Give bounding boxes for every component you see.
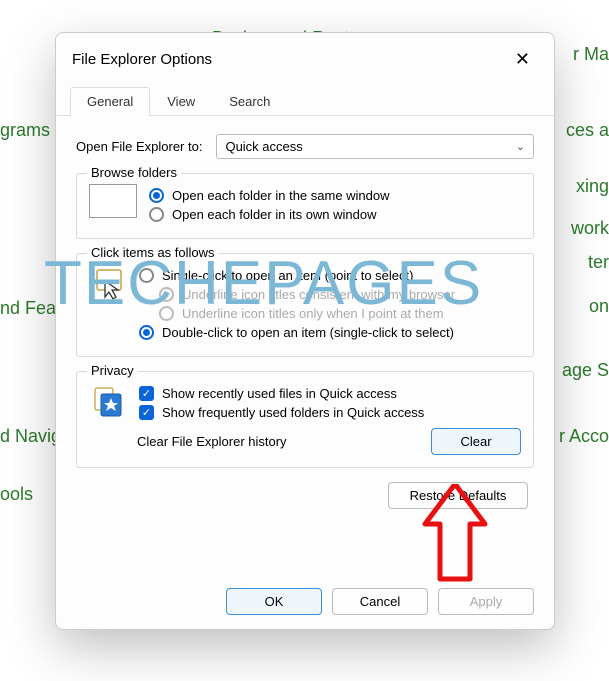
- group-title: Click items as follows: [87, 245, 219, 260]
- radio-label: Open each folder in the same window: [172, 188, 390, 203]
- apply-button: Apply: [438, 588, 534, 615]
- bg-link[interactable]: age S: [562, 360, 609, 381]
- bg-link[interactable]: grams: [0, 120, 50, 141]
- check-label: Show recently used files in Quick access: [162, 386, 397, 401]
- radio-same-window[interactable]: Open each folder in the same window: [147, 188, 521, 203]
- privacy-icon: [89, 382, 129, 422]
- bg-link[interactable]: d Navig: [0, 426, 61, 447]
- radio-label: Underline icon titles only when I point …: [182, 306, 444, 321]
- cursor-icon: [89, 264, 129, 304]
- dialog-footer: OK Cancel Apply: [226, 588, 534, 615]
- check-frequent-folders[interactable]: ✓ Show frequently used folders in Quick …: [137, 405, 521, 420]
- browse-folders-group: Browse folders Open each folder in the s…: [76, 173, 534, 239]
- bg-link[interactable]: xing: [576, 176, 609, 197]
- radio-icon: [139, 268, 154, 283]
- file-explorer-options-dialog: File Explorer Options ✕ General View Sea…: [55, 32, 555, 630]
- close-icon[interactable]: ✕: [507, 45, 538, 74]
- chevron-down-icon: ⌄: [516, 140, 525, 153]
- tab-general[interactable]: General: [70, 87, 150, 116]
- bg-link[interactable]: nd Fea: [0, 298, 56, 319]
- bg-link[interactable]: on: [589, 296, 609, 317]
- radio-icon: [159, 287, 174, 302]
- clear-history-label: Clear File Explorer history: [137, 434, 287, 449]
- radio-label: Double-click to open an item (single-cli…: [162, 325, 454, 340]
- bg-link[interactable]: ces a: [566, 120, 609, 141]
- radio-label: Single-click to open an item (point to s…: [162, 268, 413, 283]
- radio-single-click[interactable]: Single-click to open an item (point to s…: [137, 268, 521, 283]
- open-explorer-dropdown[interactable]: Quick access ⌄: [216, 134, 534, 159]
- tab-view[interactable]: View: [150, 87, 212, 116]
- bg-link[interactable]: ools: [0, 484, 33, 505]
- privacy-group: Privacy ✓ Show recently used files in Qu…: [76, 371, 534, 468]
- dialog-title: File Explorer Options: [72, 51, 212, 68]
- radio-underline-browser: Underline icon titles consistent with my…: [137, 287, 521, 302]
- bg-link[interactable]: ter: [588, 252, 609, 273]
- checkbox-icon: ✓: [139, 405, 154, 420]
- dropdown-value: Quick access: [225, 139, 302, 154]
- open-explorer-label: Open File Explorer to:: [76, 139, 202, 154]
- bg-link[interactable]: work: [571, 218, 609, 239]
- bg-link[interactable]: r Acco: [559, 426, 609, 447]
- titlebar: File Explorer Options ✕: [56, 33, 554, 82]
- checkbox-icon: ✓: [139, 386, 154, 401]
- radio-icon: [149, 188, 164, 203]
- radio-own-window[interactable]: Open each folder in its own window: [147, 207, 521, 222]
- restore-defaults-button[interactable]: Restore Defaults: [388, 482, 528, 509]
- group-title: Browse folders: [87, 165, 181, 180]
- tab-content: Open File Explorer to: Quick access ⌄ Br…: [56, 116, 554, 523]
- cancel-button[interactable]: Cancel: [332, 588, 428, 615]
- clear-button[interactable]: Clear: [431, 428, 521, 455]
- open-explorer-row: Open File Explorer to: Quick access ⌄: [76, 134, 534, 159]
- tab-strip: General View Search: [56, 86, 554, 116]
- click-items-group: Click items as follows Single-click to o…: [76, 253, 534, 357]
- radio-label: Open each folder in its own window: [172, 207, 377, 222]
- radio-icon: [139, 325, 154, 340]
- bg-link[interactable]: r Ma: [573, 44, 609, 65]
- group-title: Privacy: [87, 363, 138, 378]
- radio-double-click[interactable]: Double-click to open an item (single-cli…: [137, 325, 521, 340]
- ok-button[interactable]: OK: [226, 588, 322, 615]
- radio-label: Underline icon titles consistent with my…: [182, 287, 455, 302]
- radio-icon: [149, 207, 164, 222]
- tab-search[interactable]: Search: [212, 87, 287, 116]
- check-label: Show frequently used folders in Quick ac…: [162, 405, 424, 420]
- radio-icon: [159, 306, 174, 321]
- check-recent-files[interactable]: ✓ Show recently used files in Quick acce…: [137, 386, 521, 401]
- window-icon: [89, 184, 137, 218]
- radio-underline-point: Underline icon titles only when I point …: [137, 306, 521, 321]
